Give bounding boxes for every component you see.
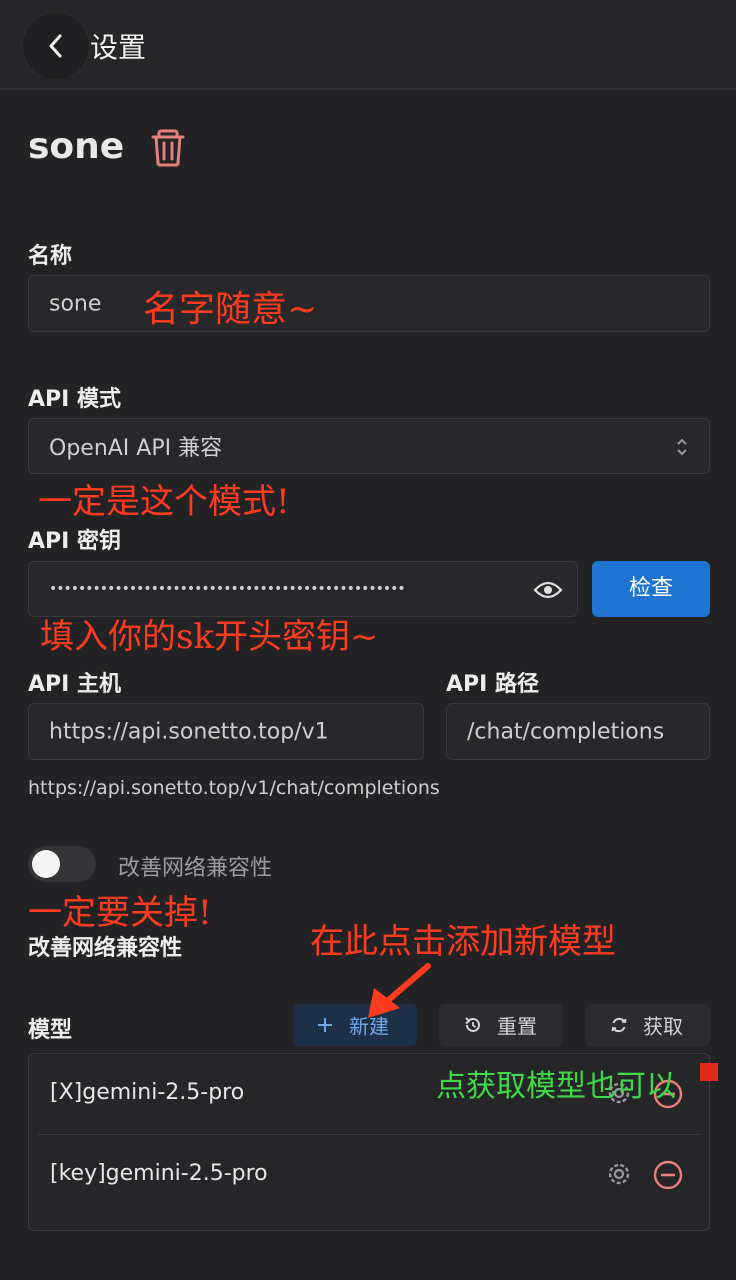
annotation-name: 名字随意~ xyxy=(143,289,318,330)
reset-button[interactable]: 重置 xyxy=(439,1004,563,1046)
reset-label: 重置 xyxy=(497,1014,537,1039)
api-mode-label: API 模式 xyxy=(28,387,121,412)
network-compat-toggle-label: 改善网络兼容性 xyxy=(118,856,273,881)
remove-circle-icon[interactable] xyxy=(652,1159,684,1191)
annotation-fetch: 点获取模型也可以 xyxy=(436,1069,676,1104)
model-item-name[interactable]: [key]gemini-2.5-pro xyxy=(50,1161,268,1186)
settings-gear-icon[interactable] xyxy=(604,1159,634,1189)
refresh-icon xyxy=(611,1017,627,1033)
model-item-name[interactable]: [X]gemini-2.5-pro xyxy=(50,1080,244,1105)
api-path-input[interactable]: /chat/completions xyxy=(446,703,710,760)
api-host-input[interactable]: https://api.sonetto.top/v1 xyxy=(28,703,424,760)
page-title: 设置 xyxy=(90,31,147,64)
toggle-knob xyxy=(32,850,60,878)
api-path-value: /chat/completions xyxy=(467,719,665,744)
models-label: 模型 xyxy=(28,1018,73,1043)
api-key-label: API 密钥 xyxy=(28,529,121,554)
chevron-up-down-icon xyxy=(677,438,687,456)
annotation-api-mode: 一定是这个模式! xyxy=(38,482,290,522)
annotation-new-model: 在此点击添加新模型 xyxy=(310,922,616,962)
plus-icon xyxy=(318,1018,332,1032)
chevron-left-icon xyxy=(49,34,62,58)
trash-icon[interactable] xyxy=(150,127,186,167)
name-label: 名称 xyxy=(28,244,73,269)
api-mode-value: OpenAI API 兼容 xyxy=(49,436,223,461)
red-marker xyxy=(700,1063,718,1081)
fetch-label: 获取 xyxy=(643,1014,683,1039)
annotation-arrow xyxy=(368,963,431,1018)
check-button[interactable]: 检查 xyxy=(592,561,710,617)
annotation-network: 一定要关掉! xyxy=(28,893,212,933)
api-host-value: https://api.sonetto.top/v1 xyxy=(49,719,329,744)
network-compat-section-label: 改善网络兼容性 xyxy=(28,936,183,961)
reset-icon xyxy=(465,1017,480,1032)
api-mode-select[interactable]: OpenAI API 兼容 xyxy=(28,418,710,474)
name-input[interactable]: sone xyxy=(28,275,710,332)
provider-name: sone xyxy=(28,126,125,167)
full-url-preview: https://api.sonetto.top/v1/chat/completi… xyxy=(28,777,440,799)
name-input-value: sone xyxy=(49,291,102,316)
api-path-label: API 路径 xyxy=(446,672,539,697)
annotation-api-key: 填入你的sk开头密钥~ xyxy=(40,617,379,657)
list-divider xyxy=(38,1134,700,1135)
fetch-button[interactable]: 获取 xyxy=(585,1004,710,1046)
api-host-label: API 主机 xyxy=(28,672,121,697)
api-key-masked-value: ••••••••••••••••••••••••••••••••••••••••… xyxy=(49,581,406,597)
eye-icon[interactable] xyxy=(533,580,563,600)
back-button[interactable] xyxy=(22,12,90,80)
network-compat-toggle[interactable] xyxy=(28,846,96,882)
